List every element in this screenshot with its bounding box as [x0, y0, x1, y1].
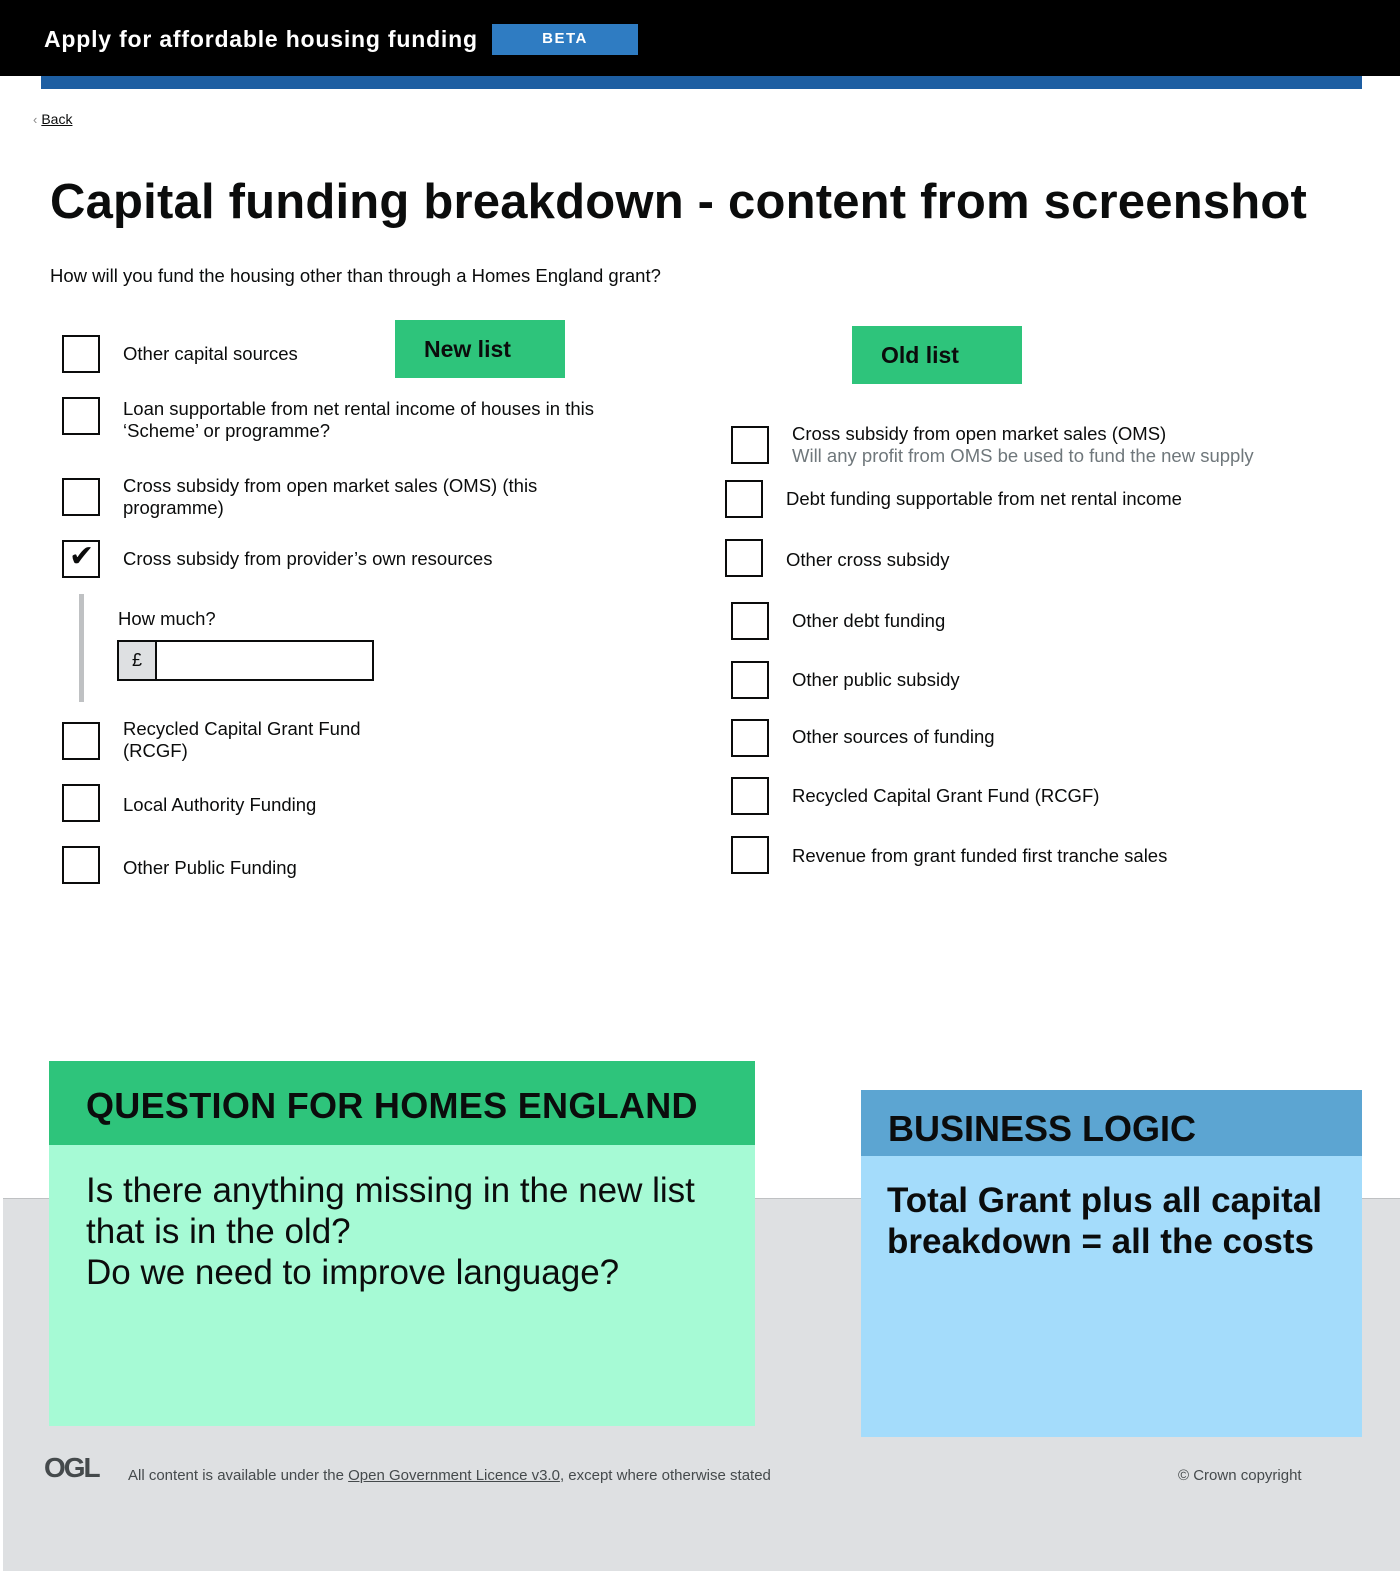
- new-list-sticky: New list: [395, 320, 565, 378]
- checkmark-icon: ✔: [69, 540, 95, 573]
- business-logic-note-header: BUSINESS LOGIC: [861, 1090, 1362, 1156]
- checkbox-other-capital-sources[interactable]: [62, 335, 100, 373]
- checkbox-label: Recycled Capital Grant Fund (RCGF): [792, 785, 1100, 806]
- licence-text: All content is available under the Open …: [128, 1467, 771, 1484]
- checkbox-label: Other Public Funding: [123, 857, 297, 878]
- business-logic-line: breakdown = all the costs: [887, 1222, 1314, 1261]
- header-accent-bar: [41, 76, 1362, 89]
- currency-prefix: £: [119, 642, 157, 679]
- checkbox-old-other-debt-funding[interactable]: [731, 602, 769, 640]
- checkbox-label-line-2: programme): [123, 497, 224, 518]
- question-note-heading: QUESTION FOR HOMES ENGLAND: [86, 1085, 698, 1126]
- checkbox-label-line-1: Cross subsidy from open market sales (OM…: [123, 475, 538, 496]
- checkbox-old-cross-subsidy-oms[interactable]: [731, 426, 769, 464]
- checkbox-label: Cross subsidy from open market sales (OM…: [123, 475, 537, 519]
- back-link[interactable]: ‹ Back: [33, 111, 72, 127]
- checkbox-label-line-2: ‘Scheme’ or programme?: [123, 420, 331, 441]
- checkbox-label: Cross subsidy from open market sales (OM…: [792, 423, 1254, 467]
- checkbox-label: Revenue from grant funded first tranche …: [792, 845, 1168, 866]
- checkbox-old-other-public-subsidy[interactable]: [731, 661, 769, 699]
- checkbox-rcgf[interactable]: [62, 722, 100, 760]
- old-list-tag-label: Old list: [881, 342, 959, 368]
- checkbox-label-line-1: Loan supportable from net rental income …: [123, 398, 595, 419]
- question-note-header: QUESTION FOR HOMES ENGLAND: [49, 1061, 755, 1145]
- question-note-line: that is in the old?: [86, 1212, 351, 1251]
- checkbox-loan-supportable[interactable]: [62, 397, 100, 435]
- old-list-sticky: Old list: [852, 326, 1022, 384]
- checkbox-hint: Will any profit from OMS be used to fund…: [792, 445, 1254, 466]
- checkbox-label: Other sources of funding: [792, 726, 995, 747]
- checkbox-old-debt-funding-net-rental[interactable]: [725, 480, 763, 518]
- checkbox-local-authority-funding[interactable]: [62, 784, 100, 822]
- checkbox-old-revenue-first-tranche[interactable]: [731, 836, 769, 874]
- service-name-link[interactable]: Apply for affordable housing funding: [44, 26, 478, 53]
- business-logic-note-body: Total Grant plus all capital breakdown =…: [861, 1156, 1362, 1437]
- phase-tag: BETA: [492, 24, 638, 55]
- checkbox-label: Recycled Capital Grant Fund (RCGF): [123, 718, 361, 762]
- new-list-tag-label: New list: [424, 336, 511, 362]
- checkbox-label: Other cross subsidy: [786, 549, 950, 570]
- checkbox-label: Local Authority Funding: [123, 794, 317, 815]
- checkbox-old-rcgf[interactable]: [731, 777, 769, 815]
- checkbox-label: Other debt funding: [792, 610, 946, 631]
- ogl-logo: OGL: [44, 1452, 101, 1483]
- crown-copyright-link[interactable]: © Crown copyright: [1178, 1467, 1302, 1484]
- checkbox-label: Debt funding supportable from net rental…: [786, 488, 1182, 509]
- question-note-line: Is there anything missing in the new lis…: [86, 1171, 695, 1210]
- how-much-label: How much?: [118, 608, 216, 629]
- back-link-label[interactable]: Back: [41, 111, 72, 127]
- licence-link[interactable]: Open Government Licence v3.0: [348, 1467, 560, 1484]
- checkbox-label-line-2: (RCGF): [123, 740, 188, 761]
- checkbox-old-other-cross-subsidy[interactable]: [725, 539, 763, 577]
- checkbox-label: Loan supportable from net rental income …: [123, 398, 594, 442]
- question-note-line: Do we need to improve language?: [86, 1253, 620, 1292]
- question-note-body: Is there anything missing in the new lis…: [49, 1145, 755, 1426]
- chevron-left-icon: ‹: [33, 112, 38, 127]
- question-text: How will you fund the housing other than…: [50, 265, 661, 286]
- licence-prefix: All content is available under the: [128, 1467, 349, 1484]
- checkbox-cross-subsidy-oms[interactable]: [62, 478, 100, 516]
- checkbox-label-line-1: Cross subsidy from open market sales (OM…: [792, 423, 1167, 444]
- page-title: Capital funding breakdown - content from…: [50, 175, 1308, 229]
- checkbox-cross-subsidy-own-resources[interactable]: ✔: [62, 540, 100, 578]
- checkbox-label: Other capital sources: [123, 343, 298, 364]
- conditional-reveal-bar: [79, 594, 84, 702]
- checkbox-label: Other public subsidy: [792, 669, 960, 690]
- checkbox-other-public-funding[interactable]: [62, 846, 100, 884]
- checkbox-label-line-1: Recycled Capital Grant Fund: [123, 718, 361, 739]
- amount-input[interactable]: £: [117, 640, 374, 681]
- checkbox-label: Cross subsidy from provider’s own resour…: [123, 548, 493, 569]
- licence-suffix: , except where otherwise stated: [559, 1467, 771, 1484]
- business-logic-heading: BUSINESS LOGIC: [888, 1108, 1197, 1149]
- business-logic-line: Total Grant plus all capital: [887, 1181, 1322, 1220]
- site-header: Apply for affordable housing funding BET…: [0, 0, 1400, 76]
- checkbox-old-other-sources[interactable]: [731, 719, 769, 757]
